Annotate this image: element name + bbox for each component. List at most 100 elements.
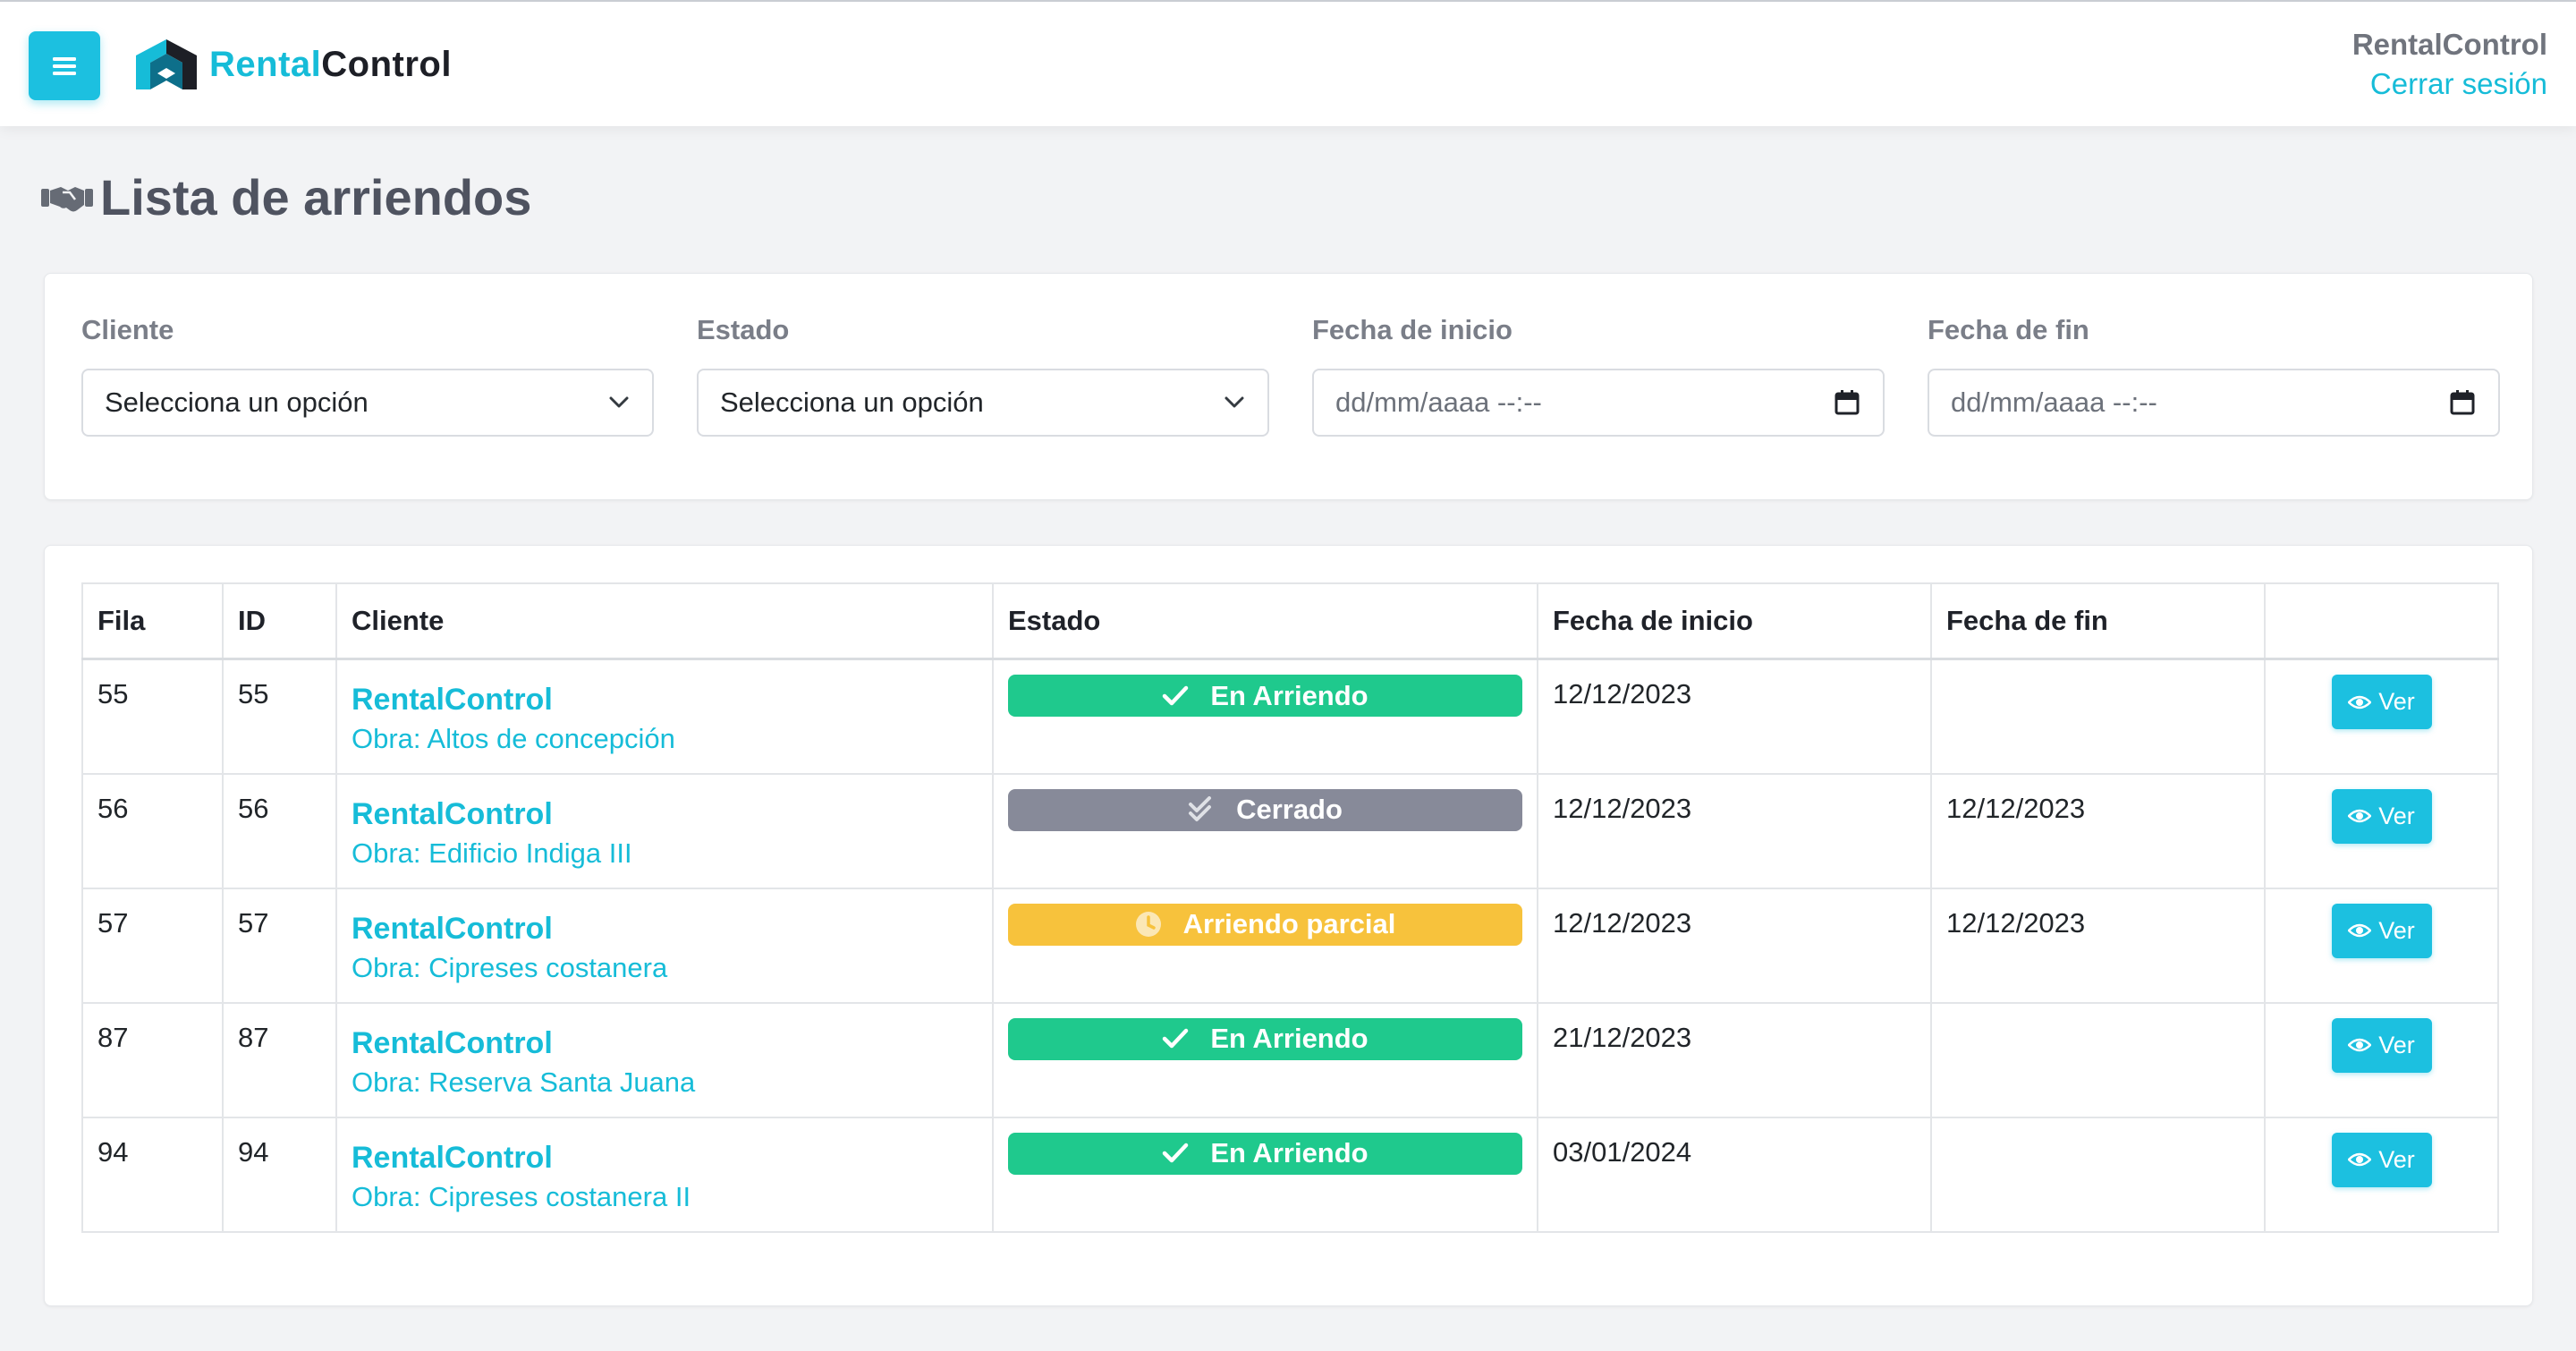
page-title: Lista de arriendos (100, 169, 532, 225)
col-header-actions (2264, 582, 2499, 660)
row-fila: 87 (97, 1021, 129, 1053)
cell-fila: 55 (81, 658, 224, 775)
table-row: 56 56 RentalControl Obra: Edificio Indig… (81, 772, 2499, 889)
row-id: 94 (238, 1135, 269, 1168)
filter-label: Cliente (81, 314, 174, 345)
cell-fecha-inicio: 12/12/2023 (1537, 887, 1932, 1004)
hamburger-icon (53, 56, 76, 75)
row-fila: 55 (97, 678, 129, 709)
row-fecha-inicio: 12/12/2023 (1553, 906, 1692, 939)
client-link[interactable]: RentalControl (352, 1025, 978, 1061)
cell-fecha-fin (1930, 1001, 2266, 1118)
cell-estado: En Arriendo (992, 658, 1538, 775)
client-link[interactable]: RentalControl (352, 796, 978, 832)
status-text: Cerrado (1236, 794, 1343, 825)
row-fila: 56 (97, 792, 129, 824)
status-text: En Arriendo (1210, 1137, 1368, 1168)
check-icon (1162, 1143, 1199, 1164)
cell-estado: Cerrado (992, 772, 1538, 889)
cell-actions: Ver (2264, 1116, 2499, 1233)
cell-id: 94 (222, 1116, 337, 1233)
view-button[interactable]: Ver (2331, 788, 2432, 844)
cell-cliente: RentalControl Obra: Edificio Indiga III (335, 772, 994, 889)
table-row: 94 94 RentalControl Obra: Cipreses costa… (81, 1116, 2499, 1233)
row-id: 56 (238, 792, 269, 824)
cell-fecha-inicio: 12/12/2023 (1537, 658, 1932, 775)
table-header: Fila ID Cliente Estado Fecha de inicio F… (81, 582, 2499, 660)
input-placeholder: dd/mm/aaaa --:-- (1951, 387, 2157, 418)
client-link[interactable]: RentalControl (352, 1140, 978, 1176)
check-icon (1162, 1028, 1199, 1049)
rentals-table: Fila ID Cliente Estado Fecha de inicio F… (81, 582, 2499, 1233)
table-row: 87 87 RentalControl Obra: Reserva Santa … (81, 1001, 2499, 1118)
chevron-down-icon (609, 396, 629, 408)
logo-part-rental: Rental (209, 44, 322, 84)
view-button-label: Ver (2378, 688, 2415, 715)
col-header-fecha-fin[interactable]: Fecha de fin (1930, 582, 2266, 660)
logout-link[interactable]: Cerrar sesión (2352, 64, 2547, 104)
col-header-fecha-inicio[interactable]: Fecha de inicio (1537, 582, 1932, 660)
view-button-label: Ver (2378, 916, 2415, 944)
col-header-cliente[interactable]: Cliente (335, 582, 994, 660)
eye-icon (2348, 695, 2372, 709)
obra-label: Obra: Altos de concepción (352, 723, 675, 754)
row-id: 55 (238, 678, 269, 709)
table-body: 55 55 RentalControl Obra: Altos de conce… (81, 658, 2499, 1233)
eye-icon (2348, 809, 2372, 823)
estado-select[interactable]: Selecciona un opción (697, 369, 1269, 437)
status-badge: En Arriendo (1008, 1017, 1522, 1060)
cell-fecha-fin: 12/12/2023 (1930, 772, 2266, 889)
cell-fila: 56 (81, 772, 224, 889)
calendar-icon[interactable] (1835, 390, 1860, 415)
client-link[interactable]: RentalControl (352, 911, 978, 947)
check-icon (1162, 685, 1199, 707)
cell-estado: En Arriendo (992, 1001, 1538, 1118)
view-button[interactable]: Ver (2331, 1132, 2432, 1187)
table-row: 57 57 RentalControl Obra: Cipreses costa… (81, 887, 2499, 1004)
col-header-estado[interactable]: Estado (992, 582, 1538, 660)
handshake-icon (41, 186, 93, 211)
cliente-select[interactable]: Selecciona un opción (81, 369, 654, 437)
status-badge: Arriendo parcial (1008, 903, 1522, 946)
cell-fecha-inicio: 21/12/2023 (1537, 1001, 1932, 1118)
fecha-inicio-input[interactable]: dd/mm/aaaa --:-- (1312, 369, 1885, 437)
cell-cliente: RentalControl Obra: Cipreses costanera I… (335, 1116, 994, 1233)
obra-label: Obra: Edificio Indiga III (352, 837, 632, 869)
cell-fecha-fin: 12/12/2023 (1930, 887, 2266, 1004)
view-button-label: Ver (2378, 1031, 2415, 1058)
row-fecha-inicio: 12/12/2023 (1553, 678, 1692, 709)
filter-label: Estado (697, 314, 790, 345)
row-fecha-fin: 12/12/2023 (1946, 906, 2086, 939)
logo-part-control: Control (321, 44, 452, 84)
status-badge: Cerrado (1008, 788, 1522, 831)
logo-wordmark: RentalControl (209, 45, 452, 85)
cell-id: 87 (222, 1001, 337, 1118)
eye-icon (2348, 1152, 2372, 1167)
eye-icon (2348, 923, 2372, 938)
col-header-id[interactable]: ID (222, 582, 337, 660)
menu-toggle-button[interactable] (29, 31, 100, 100)
col-header-fila[interactable]: Fila (81, 582, 224, 660)
status-text: Arriendo parcial (1182, 908, 1396, 939)
view-button-label: Ver (2378, 1145, 2415, 1173)
row-fecha-inicio: 12/12/2023 (1553, 792, 1692, 824)
cell-fila: 94 (81, 1116, 224, 1233)
calendar-icon[interactable] (2450, 390, 2475, 415)
client-link[interactable]: RentalControl (352, 682, 978, 718)
view-button[interactable]: Ver (2331, 675, 2432, 729)
status-text: En Arriendo (1210, 679, 1368, 711)
row-id: 57 (238, 906, 269, 939)
fecha-fin-input[interactable]: dd/mm/aaaa --:-- (1928, 369, 2500, 437)
rentals-table-card: Fila ID Cliente Estado Fecha de inicio F… (44, 545, 2533, 1306)
select-value: Selecciona un opción (105, 387, 369, 418)
view-button[interactable]: Ver (2331, 1017, 2432, 1073)
app-logo[interactable]: RentalControl (134, 38, 452, 91)
view-button[interactable]: Ver (2331, 903, 2432, 958)
cell-fecha-fin (1930, 658, 2266, 775)
cell-actions: Ver (2264, 658, 2499, 775)
cell-actions: Ver (2264, 772, 2499, 889)
row-id: 87 (238, 1021, 269, 1053)
obra-label: Obra: Cipreses costanera (352, 951, 668, 983)
status-badge: En Arriendo (1008, 675, 1522, 717)
eye-icon (2348, 1038, 2372, 1052)
